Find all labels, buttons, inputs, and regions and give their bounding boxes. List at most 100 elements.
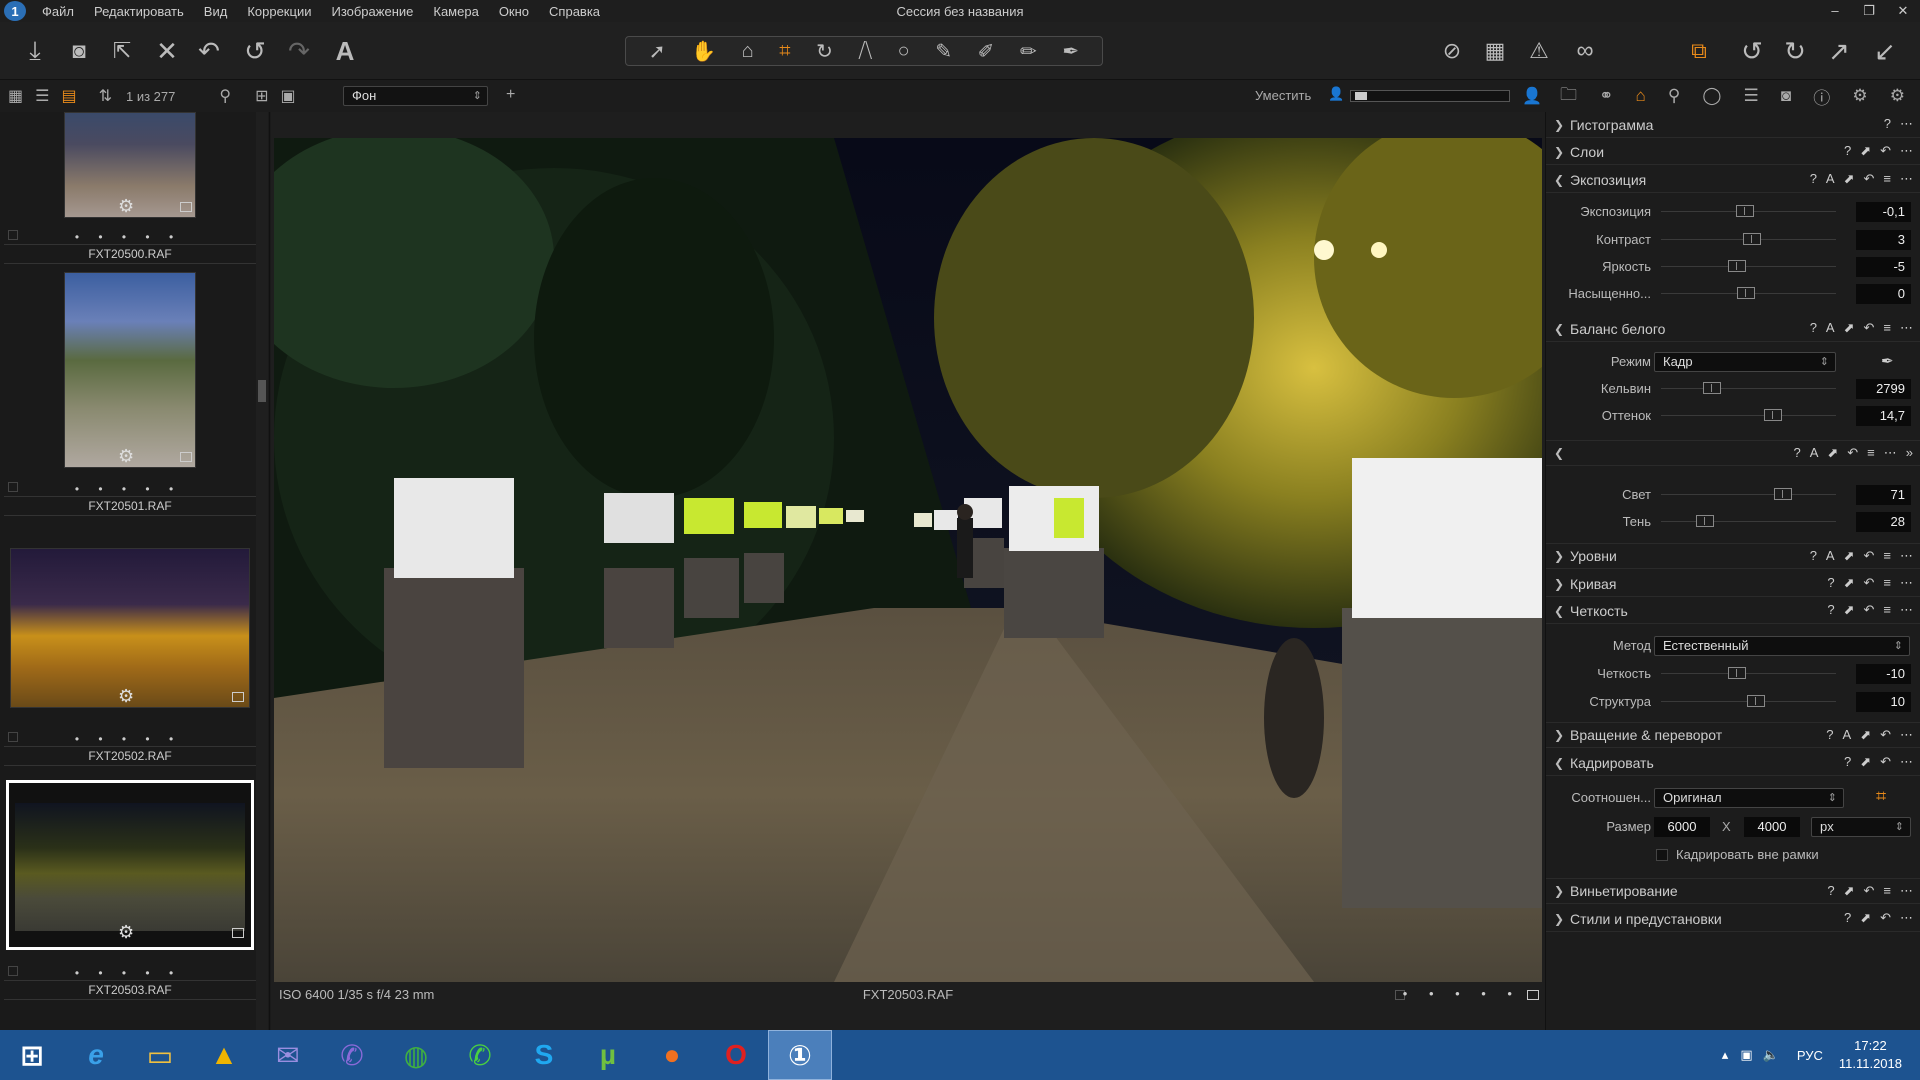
presets-icon[interactable]: ≡ xyxy=(1883,883,1891,899)
help-icon[interactable]: ? xyxy=(1810,320,1817,336)
copy-adjust-icon[interactable]: ⬈ xyxy=(1860,143,1871,159)
firefox-icon[interactable]: ● xyxy=(640,1030,704,1080)
slider-value[interactable]: 71 xyxy=(1856,485,1911,505)
slider-track[interactable] xyxy=(1661,521,1836,522)
more-icon[interactable]: ⋯ xyxy=(1900,727,1913,743)
wb-mode-select[interactable]: Кадр xyxy=(1654,352,1836,372)
picker-icon[interactable]: ✒ xyxy=(1062,39,1079,64)
loupe-icon[interactable]: ⌂ xyxy=(742,40,754,63)
slider-value[interactable]: 28 xyxy=(1856,512,1911,532)
zoom-slider[interactable] xyxy=(1350,90,1510,102)
help-icon[interactable]: ? xyxy=(1810,548,1817,564)
menu-view[interactable]: Вид xyxy=(194,4,238,19)
info-tab-icon[interactable]: ⓘ xyxy=(1813,84,1830,109)
menu-help[interactable]: Справка xyxy=(539,4,610,19)
more-icon[interactable]: ⋯ xyxy=(1900,883,1913,899)
collapse-chevron-icon[interactable]: ❮ xyxy=(1548,446,1570,460)
list-view-icon[interactable]: ☰ xyxy=(35,86,49,106)
white-balance-section[interactable]: ❮ Баланс белого ? A ⬈ ↶ ≡ ⋯ xyxy=(1546,316,1920,342)
gradient-icon[interactable]: ✏ xyxy=(1020,39,1037,64)
start-button-icon[interactable]: ⊞ xyxy=(0,1030,64,1080)
clarity-section[interactable]: ❮ Четкость ? ⬈ ↶ ≡ ⋯ xyxy=(1546,598,1920,624)
thumbnail-image[interactable] xyxy=(64,272,196,468)
text-icon[interactable]: A xyxy=(328,34,362,68)
copy-adjust-icon[interactable]: ⬈ xyxy=(1844,320,1855,336)
compare-icon[interactable]: ⊘ xyxy=(1435,34,1469,68)
grid-view-icon[interactable]: ▦ xyxy=(8,86,23,106)
more-icon[interactable]: ⋯ xyxy=(1900,143,1913,159)
thumbnail-image[interactable] xyxy=(15,803,245,931)
slider-knob[interactable] xyxy=(1728,667,1746,679)
pan-hand-icon[interactable]: ✋ xyxy=(691,39,716,64)
eraser-icon[interactable]: ✐ xyxy=(978,39,995,64)
slider-knob[interactable] xyxy=(1743,233,1761,245)
histogram-section[interactable]: ❯ Гистограмма ? ⋯ xyxy=(1546,112,1920,138)
reset-icon[interactable]: ↶ xyxy=(1864,602,1875,618)
presets-icon[interactable]: ≡ xyxy=(1867,445,1875,461)
maximize-button[interactable]: ❐ xyxy=(1852,0,1886,22)
expand-chevron-icon[interactable]: ❯ xyxy=(1548,549,1570,563)
thumbnail-item[interactable]: ⚙ • • • • • FXT20500.RAF xyxy=(0,112,256,264)
close-button[interactable]: ✕ xyxy=(1886,0,1920,22)
menu-adjustments[interactable]: Коррекции xyxy=(237,4,321,19)
skype-icon[interactable]: S xyxy=(512,1030,576,1080)
collapse-chevron-icon[interactable]: ❮ xyxy=(1548,173,1570,187)
gear-icon[interactable]: ⚙ xyxy=(118,922,134,943)
more-icon[interactable]: ⋯ xyxy=(1900,171,1913,187)
slider-knob[interactable] xyxy=(1774,488,1792,500)
help-icon[interactable]: ? xyxy=(1844,754,1851,770)
reset-icon[interactable]: ↶ xyxy=(1880,910,1891,926)
help-icon[interactable]: ? xyxy=(1793,445,1800,461)
highlight-shadow-section[interactable]: ❮ ? A ⬈ ↶ ≡ ⋯ » xyxy=(1546,440,1920,466)
slider-track[interactable] xyxy=(1661,388,1836,389)
help-icon[interactable]: ? xyxy=(1827,602,1834,618)
slider-value[interactable]: -0,1 xyxy=(1856,202,1911,222)
copy-adjust-icon[interactable]: ⬈ xyxy=(1844,575,1855,591)
reset-icon[interactable]: ↶ xyxy=(1864,171,1875,187)
single-view-icon[interactable]: ▣ xyxy=(281,86,296,106)
expand-chevron-icon[interactable]: ❯ xyxy=(1548,884,1570,898)
expand-chevron-icon[interactable]: ❯ xyxy=(1548,577,1570,591)
crop-icon[interactable]: ⌗ xyxy=(779,40,790,63)
copy-adjust-icon[interactable]: ⬈ xyxy=(1844,883,1855,899)
crop-section[interactable]: ❮ Кадрировать ? ⬈ ↶ ⋯ xyxy=(1546,750,1920,776)
clarity-method-select[interactable]: Естественный xyxy=(1654,636,1910,656)
collapse-chevron-icon[interactable]: ❮ xyxy=(1548,756,1570,770)
tray-arrow-icon[interactable]: ▴ xyxy=(1722,1047,1729,1063)
expand-chevron-icon[interactable]: ❯ xyxy=(1548,145,1570,159)
slider-knob[interactable] xyxy=(1737,287,1755,299)
add-icon[interactable]: + xyxy=(506,86,515,104)
more-icon[interactable]: ⋯ xyxy=(1900,320,1913,336)
opera-icon[interactable]: O xyxy=(704,1030,768,1080)
capture-tab-icon[interactable]: ◙ xyxy=(1781,86,1791,106)
help-icon[interactable]: ? xyxy=(1827,883,1834,899)
presets-icon[interactable]: ≡ xyxy=(1883,575,1891,591)
menu-window[interactable]: Окно xyxy=(489,4,539,19)
adjust-tab-icon[interactable]: ☰ xyxy=(1744,86,1759,106)
slider-value[interactable]: 0 xyxy=(1856,284,1911,304)
help-icon[interactable]: ? xyxy=(1844,910,1851,926)
menu-camera[interactable]: Камера xyxy=(423,4,488,19)
vignette-section[interactable]: ❯ Виньетирование ? ⬈ ↶ ≡ ⋯ xyxy=(1546,878,1920,904)
copy-adjust-icon[interactable]: ⬈ xyxy=(1844,602,1855,618)
rotate-icon[interactable]: ↻ xyxy=(816,39,833,64)
collapse-chevron-icon[interactable]: ❮ xyxy=(1548,322,1570,336)
slider-track[interactable] xyxy=(1661,673,1836,674)
crop-outside-label[interactable]: Кадрировать вне рамки xyxy=(1676,847,1819,862)
mail-icon[interactable]: ✉ xyxy=(256,1030,320,1080)
fit-label[interactable]: Уместить xyxy=(1255,88,1311,103)
slider-knob[interactable] xyxy=(1747,695,1765,707)
layers-section[interactable]: ❯ Слои ? ⬈ ↶ ⋯ xyxy=(1546,139,1920,165)
library-tab-icon[interactable]: 🗀 xyxy=(1560,82,1577,111)
thumbnail-image[interactable] xyxy=(10,548,250,708)
copy-icon[interactable]: ⧉ xyxy=(1682,34,1716,68)
rating-dots[interactable]: • • • • • xyxy=(0,966,256,980)
zoom-knob[interactable] xyxy=(1355,92,1367,100)
slider-value[interactable]: 10 xyxy=(1856,692,1911,712)
lens-tab-icon[interactable]: ◯ xyxy=(1702,86,1721,106)
auto-icon[interactable]: A xyxy=(1810,445,1819,461)
slider-knob[interactable] xyxy=(1728,260,1746,272)
undo-icon[interactable]: ↶ xyxy=(192,34,226,68)
rotate-left-icon[interactable]: ↺ xyxy=(238,34,272,68)
select-cursor-icon[interactable]: ➚ xyxy=(649,39,666,64)
